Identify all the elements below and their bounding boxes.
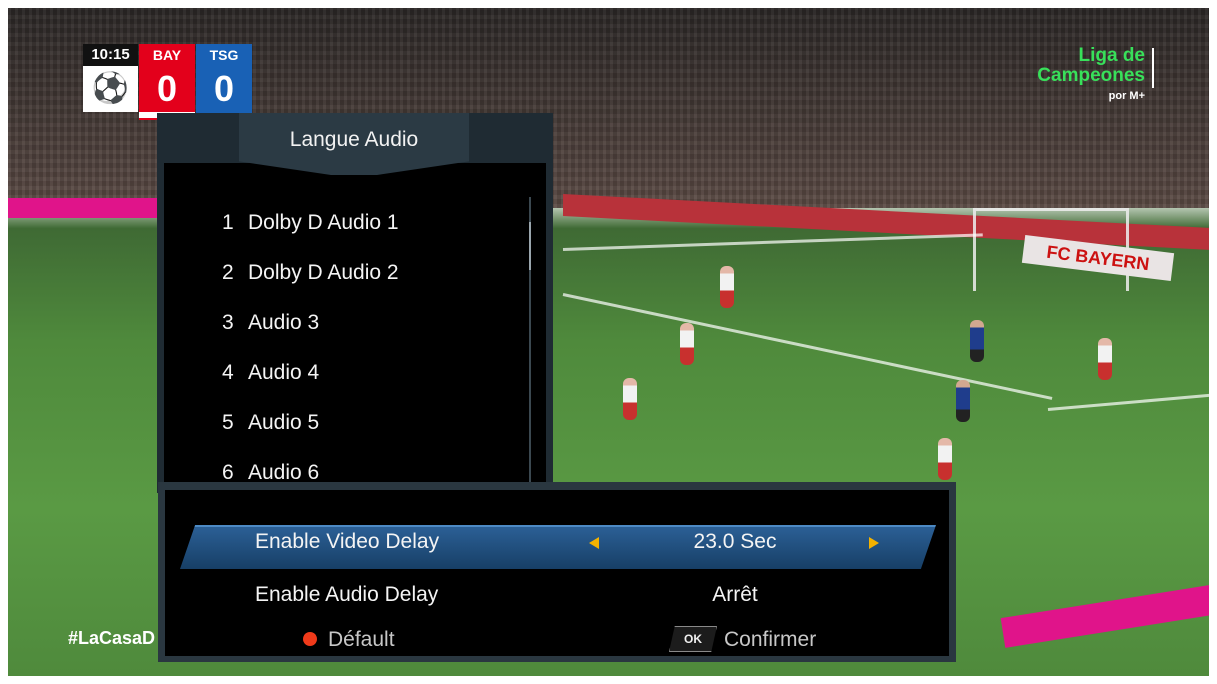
audio-track-item[interactable]: 2 Dolby D Audio 2 xyxy=(222,261,399,285)
track-label: Audio 4 xyxy=(248,361,320,384)
track-label: Dolby D Audio 2 xyxy=(248,261,399,284)
brand-line2: Campeones xyxy=(1037,65,1145,86)
ad-board-left xyxy=(8,198,168,218)
track-label: Audio 6 xyxy=(248,461,320,484)
audio-track-list: 1 Dolby D Audio 1 2 Dolby D Audio 2 3 Audio… xyxy=(164,163,546,493)
audio-language-menu: 1 Dolby D Audio 1 2 Dolby D Audio 2 3 Audio… xyxy=(157,113,553,493)
brand-divider xyxy=(1152,48,1154,88)
track-number: 2 xyxy=(222,261,234,284)
audio-delay-value[interactable]: Arrêt xyxy=(595,583,875,607)
away-score: 0 xyxy=(213,68,235,109)
player xyxy=(956,380,970,422)
ad-board-bottom xyxy=(1000,583,1209,648)
player xyxy=(1098,338,1112,380)
player xyxy=(970,320,984,362)
video-delay-label[interactable]: Enable Video Delay xyxy=(255,530,439,554)
audio-track-item[interactable]: 1 Dolby D Audio 1 xyxy=(222,211,399,235)
player xyxy=(720,266,734,308)
pitch-line xyxy=(1047,393,1209,411)
audio-delay-label[interactable]: Enable Audio Delay xyxy=(255,583,438,607)
league-logo-icon: ⚽ xyxy=(83,66,138,112)
channel-brand: Liga de Campeones por M+ xyxy=(1037,46,1145,106)
brand-line1: Liga de xyxy=(1078,45,1145,66)
video-delay-value[interactable]: 23.0 Sec xyxy=(595,530,875,554)
track-number: 4 xyxy=(222,361,234,384)
audio-list-scrollbar[interactable] xyxy=(529,197,531,487)
home-score: 0 xyxy=(156,68,178,109)
delay-settings-body: Enable Video Delay 23.0 Sec Enable Audio… xyxy=(165,490,949,656)
track-label: Audio 3 xyxy=(248,311,320,334)
scrollbar-thumb[interactable] xyxy=(529,222,531,270)
player xyxy=(680,323,694,365)
track-label: Audio 5 xyxy=(248,411,320,434)
pitch-line xyxy=(562,233,983,251)
player xyxy=(938,438,952,480)
confirm-hint[interactable]: Confirmer xyxy=(724,628,816,652)
track-number: 1 xyxy=(222,211,234,234)
audio-menu-title: Langue Audio xyxy=(289,128,419,151)
delay-settings-panel: Enable Video Delay 23.0 Sec Enable Audio… xyxy=(158,482,956,662)
audio-track-item[interactable]: 3 Audio 3 xyxy=(222,311,319,335)
red-button-icon xyxy=(303,632,317,646)
ok-key-icon: OK xyxy=(669,626,717,652)
player xyxy=(623,378,637,420)
audio-track-item[interactable]: 5 Audio 5 xyxy=(222,411,319,435)
away-team: TSG 0 xyxy=(196,44,252,120)
track-number: 3 xyxy=(222,311,234,334)
brand-sub: por M+ xyxy=(1108,90,1145,102)
track-label: Dolby D Audio 1 xyxy=(248,211,399,234)
match-clock: 10:15 xyxy=(83,44,138,66)
home-team: BAY 0 xyxy=(139,44,195,120)
default-hint[interactable]: Défault xyxy=(328,628,395,652)
away-team-code: TSG xyxy=(209,47,239,63)
audio-track-item[interactable]: 4 Audio 4 xyxy=(222,361,319,385)
home-team-code: BAY xyxy=(152,47,182,63)
hashtag: #LaCasaD xyxy=(68,628,156,648)
arrow-right-icon[interactable] xyxy=(869,537,879,549)
track-number: 5 xyxy=(222,411,234,434)
audio-menu-header: Langue Audio xyxy=(239,113,469,175)
